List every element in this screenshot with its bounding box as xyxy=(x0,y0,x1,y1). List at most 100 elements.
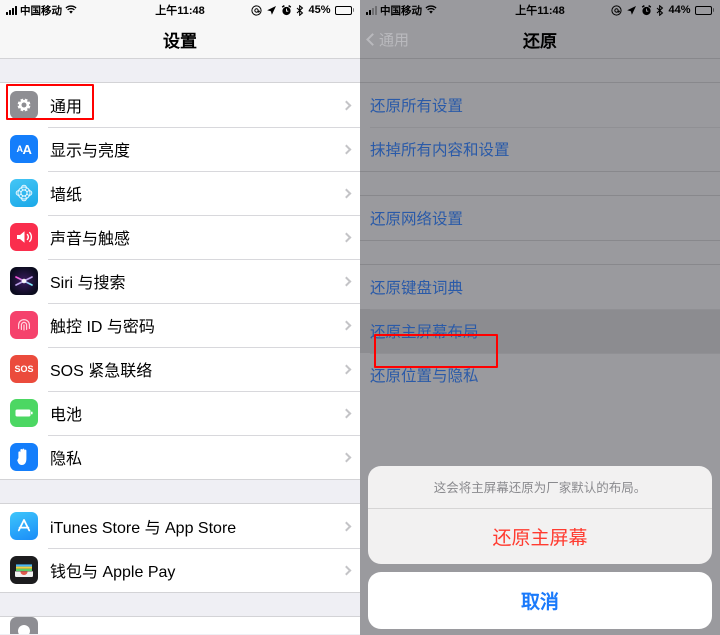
display-brightness-icon: AA xyxy=(10,135,38,163)
signal-bars-icon xyxy=(366,5,377,15)
list-gap xyxy=(0,479,360,504)
battery-percent-label: 44% xyxy=(668,4,691,16)
battery-icon xyxy=(694,5,714,15)
chevron-right-icon xyxy=(341,521,352,531)
sidebar-item-emergency-sos[interactable]: SOS SOS 紧急联络 xyxy=(0,347,360,391)
right-phone-screen: 中国移动 上午11:48 44% 通用 还原 还原所有设置 抹掉所有内容和设置 … xyxy=(360,0,720,635)
chevron-right-icon xyxy=(341,232,352,242)
sidebar-item-privacy[interactable]: 隐私 xyxy=(0,435,360,479)
bluetooth-icon xyxy=(297,4,304,16)
chevron-right-icon xyxy=(341,565,352,575)
signal-bars-icon xyxy=(6,5,17,15)
sidebar-item-general[interactable]: 通用 xyxy=(0,83,360,127)
sound-haptics-icon xyxy=(10,223,38,251)
battery-icon xyxy=(334,5,354,15)
sidebar-item-label: 通用 xyxy=(50,99,83,116)
row-label: 还原所有设置 xyxy=(370,98,464,115)
back-button-label: 通用 xyxy=(379,31,410,49)
reset-location-privacy-row[interactable]: 还原位置与隐私 xyxy=(360,353,720,397)
alarm-clock-icon xyxy=(642,4,652,15)
row-label: 还原主屏幕布局 xyxy=(370,324,479,341)
sidebar-item-battery[interactable]: 电池 xyxy=(0,391,360,435)
bluetooth-icon xyxy=(657,4,664,16)
sidebar-item-label: Siri 与搜索 xyxy=(50,275,126,292)
alarm-clock-icon xyxy=(282,4,292,15)
sidebar-item-label: 钱包与 Apple Pay xyxy=(50,564,176,581)
wallet-icon xyxy=(10,556,38,584)
sidebar-item-label: 触控 ID 与密码 xyxy=(50,319,155,336)
list-gap xyxy=(360,240,720,265)
chevron-right-icon xyxy=(341,276,352,286)
location-arrow-icon xyxy=(267,5,277,15)
left-phone-screen: 中国移动 上午11:48 45% 设置 通用 A A 显示与亮度 墙纸 声音与触… xyxy=(0,0,360,635)
sidebar-item-display-brightness[interactable]: AA 显示与亮度 xyxy=(0,127,360,171)
battery-percent-label: 45% xyxy=(308,4,331,16)
right-nav-bar: 通用 还原 xyxy=(360,20,720,58)
carrier-label: 中国移动 xyxy=(380,4,422,17)
sos-icon: SOS xyxy=(10,355,38,383)
sidebar-item-label: SOS 紧急联络 xyxy=(50,363,153,380)
touch-id-icon xyxy=(10,311,38,339)
settings-list[interactable]: 通用 AA 显示与亮度 墙纸 声音与触感 Siri 与搜索 触控 ID 与密码 … xyxy=(0,58,360,635)
chevron-right-icon xyxy=(341,452,352,462)
reset-home-screen-confirm-button[interactable]: 还原主屏幕 xyxy=(368,508,712,564)
dual-screenshot-container: 中国移动 上午11:48 45% 设置 通用 A A 显示与亮度 墙纸 声音与触… xyxy=(0,0,720,635)
app-store-icon xyxy=(10,512,38,540)
chevron-right-icon xyxy=(341,364,352,374)
erase-all-content-settings-row[interactable]: 抹掉所有内容和设置 xyxy=(360,127,720,171)
chevron-left-icon xyxy=(366,32,379,46)
passwords-accounts-icon xyxy=(10,617,38,634)
sidebar-item-label: 声音与触感 xyxy=(50,231,131,248)
status-right-cluster: 45% xyxy=(251,4,354,16)
action-sheet-message: 这会将主屏幕还原为厂家默认的布局。 xyxy=(433,480,647,495)
sidebar-item-label: iTunes Store 与 App Store xyxy=(50,520,237,537)
chevron-right-icon xyxy=(341,320,352,330)
sidebar-item-itunes-app-store[interactable]: iTunes Store 与 App Store xyxy=(0,504,360,548)
carrier-label: 中国移动 xyxy=(20,4,62,17)
status-right-cluster: 44% xyxy=(611,4,714,16)
chevron-right-icon xyxy=(341,144,352,154)
chevron-right-icon xyxy=(341,188,352,198)
chevron-right-icon xyxy=(341,408,352,418)
left-nav-bar: 设置 xyxy=(0,20,360,58)
sidebar-item-siri-search[interactable]: Siri 与搜索 xyxy=(0,259,360,303)
row-label: 还原键盘词典 xyxy=(370,280,464,297)
reset-all-settings-row[interactable]: 还原所有设置 xyxy=(360,83,720,127)
wifi-icon xyxy=(425,5,437,14)
right-status-bar: 中国移动 上午11:48 44% xyxy=(360,0,720,20)
action-sheet-group: 这会将主屏幕还原为厂家默认的布局。 还原主屏幕 xyxy=(368,465,712,564)
status-left-cluster: 中国移动 xyxy=(366,3,437,18)
list-gap xyxy=(0,592,360,617)
list-top-gap xyxy=(360,58,720,83)
row-label: 还原网络设置 xyxy=(370,211,464,228)
sidebar-item-wallet-apple-pay[interactable]: 钱包与 Apple Pay xyxy=(0,548,360,592)
sidebar-item-wallpaper[interactable]: 墙纸 xyxy=(0,171,360,215)
sidebar-item-label: 电池 xyxy=(50,407,83,424)
left-status-bar: 中国移动 上午11:48 45% xyxy=(0,0,360,20)
at-circle-icon xyxy=(611,4,623,16)
reset-home-screen-layout-row[interactable]: 还原主屏幕布局 xyxy=(360,309,720,353)
sidebar-item-partial[interactable] xyxy=(0,617,360,634)
privacy-hand-icon xyxy=(10,443,38,471)
action-sheet: 这会将主屏幕还原为厂家默认的布局。 还原主屏幕 取消 xyxy=(368,465,712,629)
at-circle-icon xyxy=(251,4,263,16)
back-button[interactable]: 通用 xyxy=(366,29,410,50)
list-top-gap xyxy=(0,58,360,83)
gear-icon xyxy=(10,91,38,119)
sidebar-item-label: 隐私 xyxy=(50,451,83,468)
cancel-button[interactable]: 取消 xyxy=(368,572,712,629)
wallpaper-icon xyxy=(10,179,38,207)
row-label: 还原位置与隐私 xyxy=(370,368,479,385)
battery-settings-icon xyxy=(10,399,38,427)
reset-keyboard-dictionary-row[interactable]: 还原键盘词典 xyxy=(360,265,720,309)
chevron-right-icon xyxy=(341,100,352,110)
status-left-cluster: 中国移动 xyxy=(6,3,77,18)
row-label: 抹掉所有内容和设置 xyxy=(370,142,510,159)
sidebar-item-label: 显示与亮度 xyxy=(50,143,131,160)
sidebar-item-label: 墙纸 xyxy=(50,187,83,204)
sidebar-item-touch-id-passcode[interactable]: 触控 ID 与密码 xyxy=(0,303,360,347)
reset-network-settings-row[interactable]: 还原网络设置 xyxy=(360,196,720,240)
page-title: 还原 xyxy=(523,31,557,51)
sidebar-item-sounds-haptics[interactable]: 声音与触感 xyxy=(0,215,360,259)
siri-icon xyxy=(10,267,38,295)
